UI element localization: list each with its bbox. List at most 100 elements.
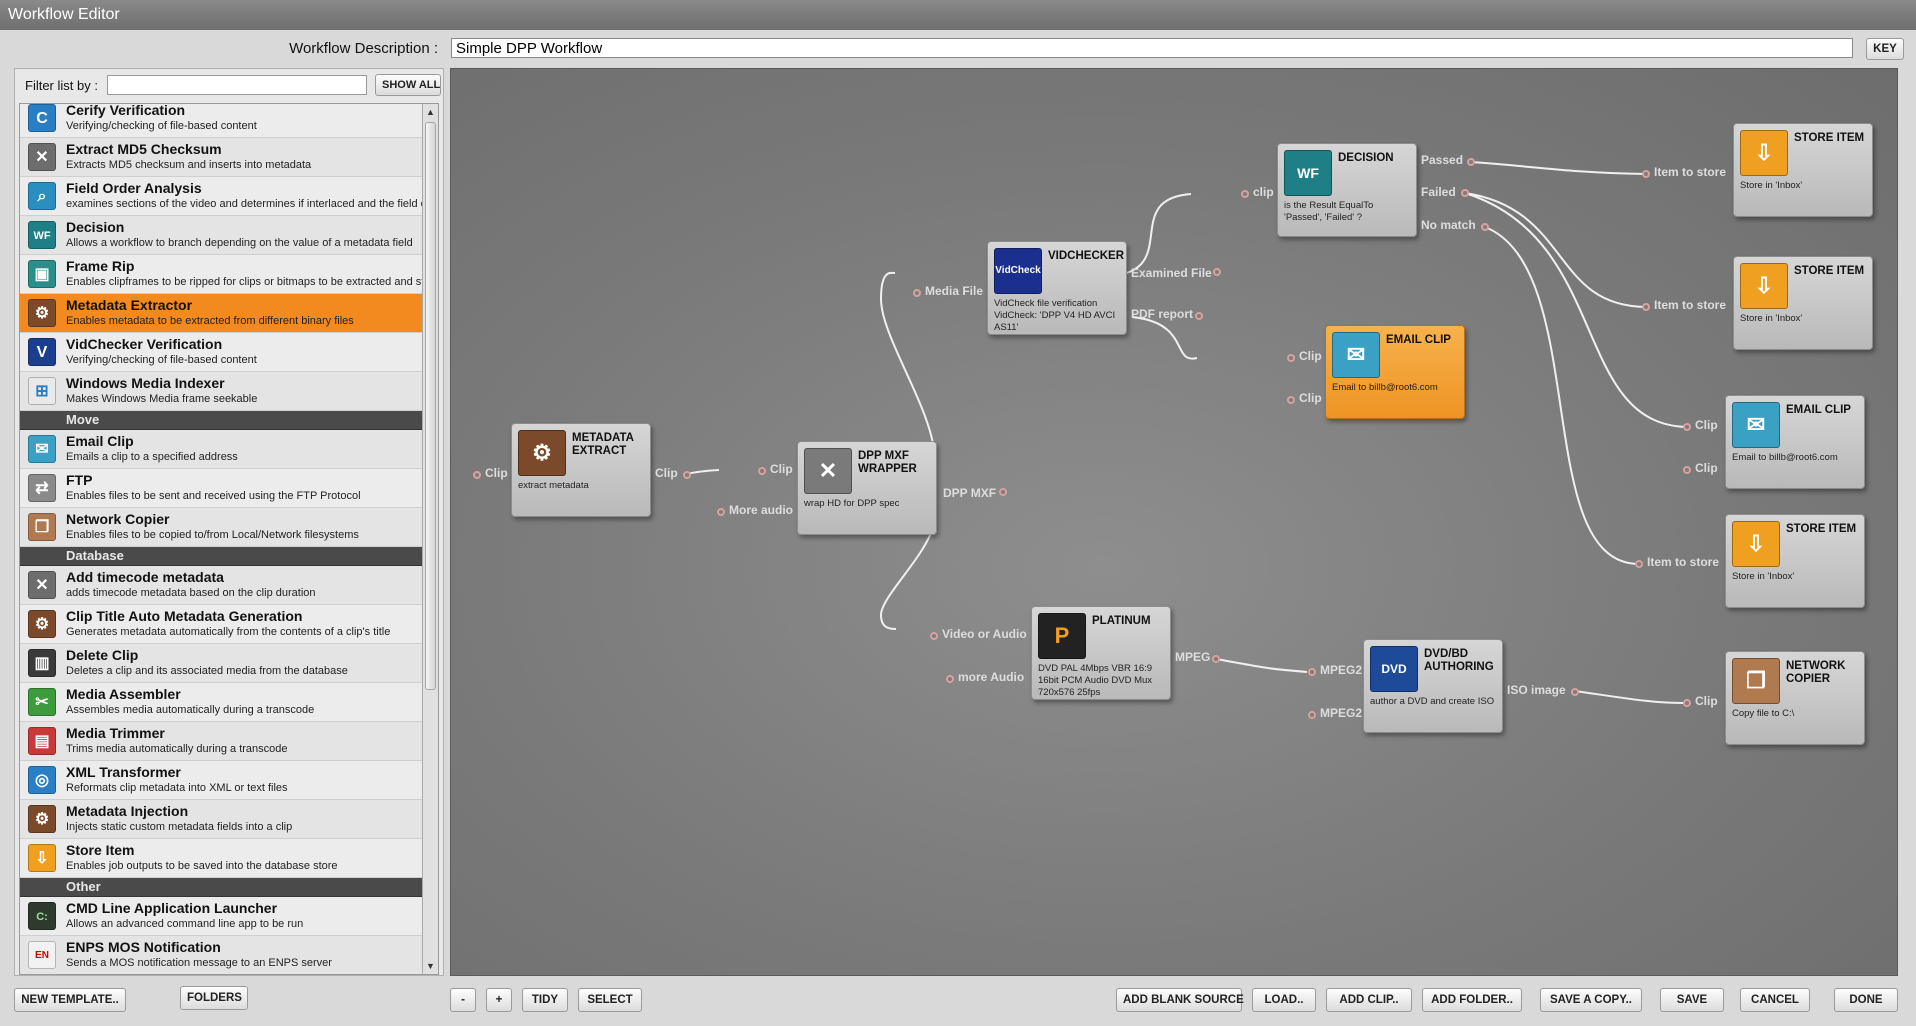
list-scrollbar[interactable]: ▲ ▼ (422, 104, 438, 974)
port-in-dot[interactable] (1642, 170, 1650, 178)
list-item-desc: Sends a MOS notification message to an E… (66, 957, 332, 969)
node-decision[interactable]: WF DECISION is the Result EqualTo 'Passe… (1277, 143, 1417, 237)
list-item[interactable]: V VidChecker Verification Verifying/checki… (20, 333, 424, 372)
list-item[interactable]: ✂ Media Assembler Assembles media automati… (20, 683, 424, 722)
port-out-dot[interactable] (1213, 268, 1221, 276)
description-label: Workflow Description : (289, 40, 438, 57)
port-in-dot[interactable] (1683, 466, 1691, 474)
node-platinum[interactable]: P PLATINUM DVD PAL 4Mbps VBR 16:9 16bit … (1031, 606, 1171, 700)
zoom-out-button[interactable]: - (450, 988, 476, 1012)
workflow-canvas[interactable]: ⚙ METADATA EXTRACT extract metadata Clip… (450, 68, 1898, 976)
description-input[interactable] (451, 38, 1853, 58)
list-item[interactable]: ▣ Frame Rip Enables clipframes to be rippe… (20, 255, 424, 294)
port-out-dot[interactable] (1467, 158, 1475, 166)
list-item[interactable]: ⇩ Store Item Enables job outputs to be sav… (20, 839, 424, 878)
list-item[interactable]: ⚙ Metadata Injection Injects static custom… (20, 800, 424, 839)
port-in-dot[interactable] (1241, 190, 1249, 198)
port-in-dot[interactable] (473, 471, 481, 479)
magnifier-icon: ⌕ (28, 182, 56, 210)
port-in-dot[interactable] (930, 632, 938, 640)
port-label: Clip (1695, 461, 1718, 475)
port-in-dot[interactable] (1287, 396, 1295, 404)
list-item[interactable]: ◎ XML Transformer Reformats clip metadata … (20, 761, 424, 800)
tidy-button[interactable]: TIDY (522, 988, 568, 1012)
decision-icon: WF (1284, 150, 1332, 196)
list-item[interactable]: C: CMD Line Application Launcher Allows an… (20, 897, 424, 936)
list-item[interactable]: ✕ Extract MD5 Checksum Extracts MD5 checks… (20, 138, 424, 177)
port-in-dot[interactable] (1635, 560, 1643, 568)
list-item-name: Email Clip (66, 433, 134, 449)
node-metadata-extract[interactable]: ⚙ METADATA EXTRACT extract metadata (511, 423, 651, 517)
port-in-dot[interactable] (717, 508, 725, 516)
show-all-button[interactable]: SHOW ALL (375, 74, 441, 96)
port-in-dot[interactable] (1683, 423, 1691, 431)
list-item[interactable]: ⊞ Windows Media Indexer Makes Windows Medi… (20, 372, 424, 411)
port-in-dot[interactable] (913, 289, 921, 297)
node-description: wrap HD for DPP spec (804, 498, 900, 509)
list-item[interactable]: ⇄ FTP Enables files to be sent and receive… (20, 469, 424, 508)
port-label: ISO image (1507, 683, 1566, 697)
new-template-button[interactable]: NEW TEMPLATE.. (14, 988, 126, 1012)
list-item[interactable]: ⚙ Clip Title Auto Metadata Generation Gene… (20, 605, 424, 644)
scroll-down-icon[interactable]: ▼ (424, 959, 437, 973)
node-dpp-mxf-wrapper[interactable]: ✕ DPP MXF WRAPPER wrap HD for DPP spec (797, 441, 937, 535)
port-in-dot[interactable] (758, 467, 766, 475)
list-item[interactable]: EN ENPS MOS Notification Sends a MOS notif… (20, 936, 424, 974)
add-folder-button[interactable]: ADD FOLDER.. (1422, 988, 1522, 1012)
port-out-dot[interactable] (1212, 655, 1220, 663)
node-description: DVD PAL 4Mbps VBR 16:9 16bit PCM Audio D… (1038, 663, 1153, 698)
list-item[interactable]: ✕ Add timecode metadata adds timecode meta… (20, 566, 424, 605)
port-out-dot[interactable] (999, 488, 1007, 496)
port-in-dot[interactable] (946, 675, 954, 683)
scroll-thumb[interactable] (425, 122, 436, 690)
list-item[interactable]: ▤ Media Trimmer Trims media automatically … (20, 722, 424, 761)
port-out-dot[interactable] (683, 471, 691, 479)
ftp-icon: ⇄ (28, 474, 56, 502)
node-email-clip[interactable]: ✉ EMAIL CLIP Email to billb@root6.com (1725, 395, 1865, 489)
port-in-dot[interactable] (1308, 668, 1316, 676)
list-item-name: Clip Title Auto Metadata Generation (66, 608, 303, 624)
zoom-in-button[interactable]: + (486, 988, 512, 1012)
port-in-dot[interactable] (1683, 699, 1691, 707)
node-email-clip[interactable]: ✉ EMAIL CLIP Email to billb@root6.com (1325, 325, 1465, 419)
port-in-dot[interactable] (1642, 303, 1650, 311)
list-item-selected[interactable]: ⚙ Metadata Extractor Enables metadata to b… (20, 294, 424, 333)
list-item[interactable]: ⌕ Field Order Analysis examines sections o… (20, 177, 424, 216)
node-store-item[interactable]: ⇩ STORE ITEM Store in 'Inbox' (1733, 256, 1873, 350)
node-store-item[interactable]: ⇩ STORE ITEM Store in 'Inbox' (1725, 514, 1865, 608)
list-item[interactable]: C Cerify Verification Verifying/checking o… (20, 104, 424, 138)
node-title: DPP MXF WRAPPER (858, 450, 917, 475)
port-out-dot[interactable] (1195, 312, 1203, 320)
folders-button[interactable]: FOLDERS (180, 986, 248, 1010)
add-blank-source-button[interactable]: ADD BLANK SOURCE (1116, 988, 1244, 1012)
list-item[interactable]: ▥ Delete Clip Deletes a clip and its assoc… (20, 644, 424, 683)
node-description: is the Result EqualTo 'Passed', 'Failed'… (1284, 200, 1374, 223)
port-label: Item to store (1654, 298, 1727, 312)
port-label: PDF report (1131, 307, 1194, 321)
cancel-button[interactable]: CANCEL (1740, 988, 1810, 1012)
key-button[interactable]: KEY (1866, 38, 1904, 60)
done-button[interactable]: DONE (1834, 988, 1898, 1012)
save-button[interactable]: SAVE (1660, 988, 1724, 1012)
envelope-icon: ✉ (1332, 332, 1380, 378)
list-item[interactable]: ✉ Email Clip Emails a clip to a specified … (20, 430, 424, 469)
filter-input[interactable] (107, 75, 367, 95)
port-in-dot[interactable] (1287, 354, 1295, 362)
list-item[interactable]: WF Decision Allows a workflow to branch de… (20, 216, 424, 255)
port-out-dot[interactable] (1571, 688, 1579, 696)
select-button[interactable]: SELECT (578, 988, 642, 1012)
port-in-dot[interactable] (1308, 711, 1316, 719)
node-network-copier[interactable]: ❐ NETWORK COPIER Copy file to C:\ (1725, 651, 1865, 745)
node-vidchecker[interactable]: VidCheck VIDCHECKER VidCheck file verifi… (987, 241, 1127, 335)
scroll-up-icon[interactable]: ▲ (424, 105, 437, 119)
add-clip-button[interactable]: ADD CLIP.. (1326, 988, 1412, 1012)
wire-platinum-to-dvd (1215, 658, 1308, 673)
port-label: Item to store (1647, 555, 1720, 569)
node-dvd-bd-authoring[interactable]: DVD DVD/BD AUTHORING author a DVD and cr… (1363, 639, 1503, 733)
port-out-dot[interactable] (1481, 223, 1489, 231)
load-button[interactable]: LOAD.. (1252, 988, 1316, 1012)
port-out-dot[interactable] (1461, 189, 1469, 197)
list-item[interactable]: ❐ Network Copier Enables files to be copie… (20, 508, 424, 547)
save-a-copy-button[interactable]: SAVE A COPY.. (1540, 988, 1642, 1012)
node-store-item[interactable]: ⇩ STORE ITEM Store in 'Inbox' (1733, 123, 1873, 217)
